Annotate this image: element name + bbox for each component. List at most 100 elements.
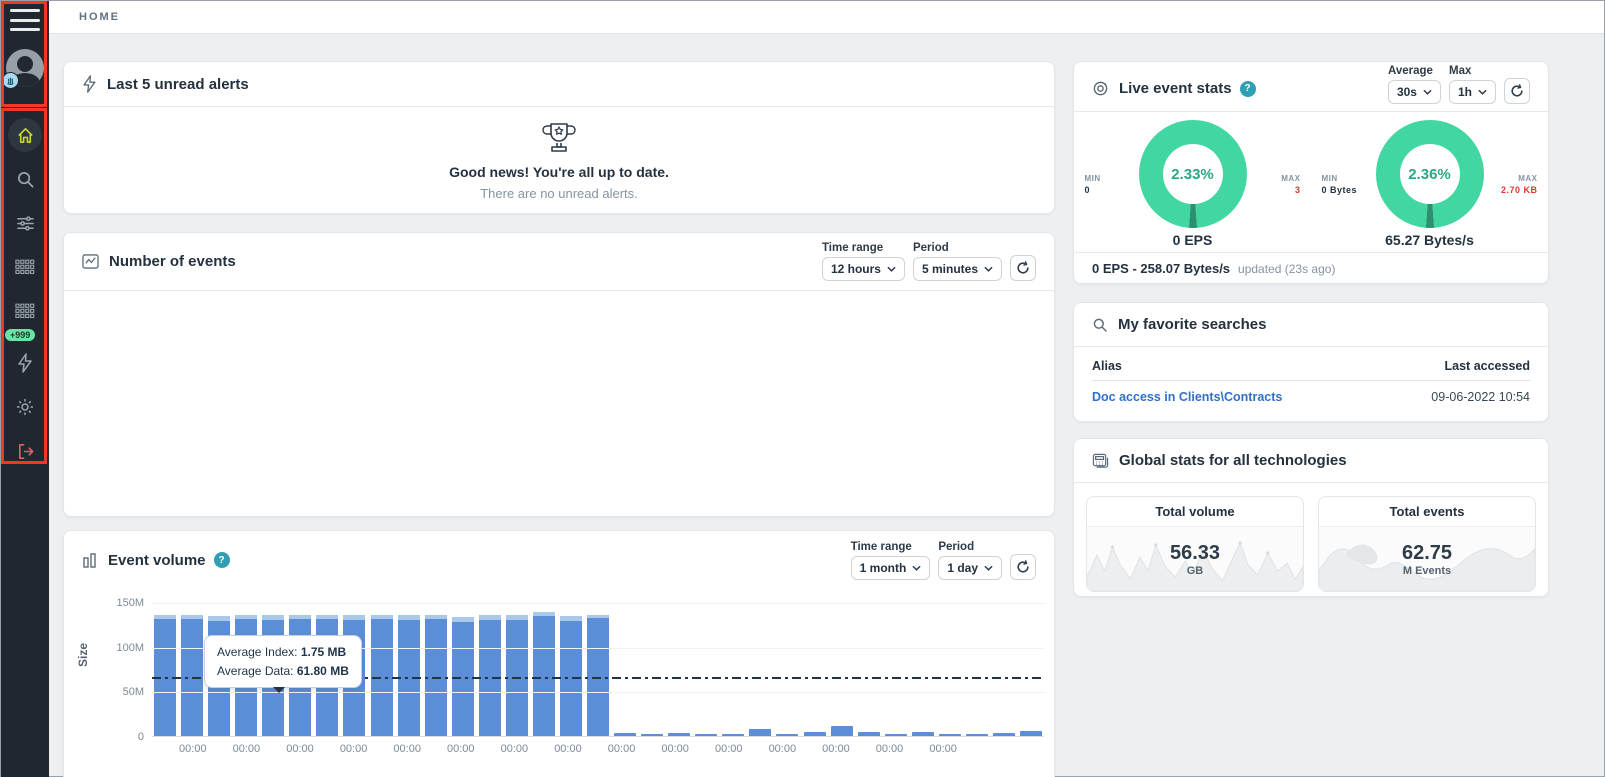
max-select[interactable]: 1h bbox=[1449, 80, 1496, 104]
menu-button[interactable] bbox=[10, 9, 40, 31]
average-label: Average bbox=[1388, 65, 1441, 77]
tile-title: Total events bbox=[1319, 497, 1535, 527]
volume-bar bbox=[614, 733, 636, 736]
sidebar-item-apps-secondary[interactable] bbox=[1, 289, 49, 333]
live-summary: 0 EPS - 258.07 Bytes/s bbox=[1092, 261, 1230, 276]
volume-bar bbox=[1020, 731, 1042, 736]
column-last-accessed: Last accessed bbox=[1445, 359, 1530, 373]
help-icon[interactable]: ? bbox=[214, 552, 230, 568]
refresh-icon bbox=[1510, 84, 1524, 98]
favorites-table-head: Alias Last accessed bbox=[1092, 351, 1530, 381]
number-of-events-card: Number of events Time range 12 hours Per… bbox=[63, 232, 1055, 517]
refresh-button[interactable] bbox=[1504, 78, 1530, 104]
eps-gauge: MIN 0 2.33% 0 EPS MAX 3 bbox=[1074, 112, 1311, 252]
chevron-down-icon bbox=[984, 266, 993, 272]
chevron-down-icon bbox=[1423, 89, 1432, 95]
event-volume-plot: Average Index: 1.75 MB Average Data: 61.… bbox=[152, 603, 1044, 737]
total-events-tile: Total events 62.75 M Events bbox=[1318, 496, 1536, 592]
user-avatar[interactable] bbox=[6, 49, 44, 87]
chevron-down-icon bbox=[1478, 89, 1487, 95]
gauge-caption: 65.27 Bytes/s bbox=[1385, 232, 1474, 248]
lightning-icon bbox=[17, 353, 33, 373]
min-value: 0 Bytes bbox=[1322, 185, 1366, 195]
donut-icon bbox=[1092, 80, 1109, 97]
gauges-row: MIN 0 2.33% 0 EPS MAX 3 MIN 0 Bytes bbox=[1074, 112, 1548, 252]
time-range-control: Time range 12 hours bbox=[822, 242, 905, 281]
search-icon bbox=[16, 170, 35, 189]
card-title: Global stats for all technologies bbox=[1119, 452, 1347, 469]
time-range-label: Time range bbox=[851, 541, 931, 553]
table-row: Doc access in Clients\Contracts 09-06-20… bbox=[1092, 381, 1530, 413]
time-range-select[interactable]: 12 hours bbox=[822, 257, 905, 281]
event-volume-header: Event volume ? Time range 1 month Period… bbox=[64, 531, 1054, 589]
chevron-down-icon bbox=[984, 565, 993, 571]
period-control: Period 5 minutes bbox=[913, 242, 1002, 281]
gear-icon bbox=[15, 397, 35, 417]
volume-bar bbox=[479, 615, 501, 736]
grid-icon bbox=[15, 303, 35, 319]
sidebar-nav: +999 bbox=[1, 113, 49, 473]
period-label: Period bbox=[913, 242, 1002, 254]
event-volume-card: Event volume ? Time range 1 month Period… bbox=[63, 530, 1055, 777]
average-control: Average 30s bbox=[1388, 65, 1441, 104]
number-of-events-header: Number of events Time range 12 hours Per… bbox=[64, 233, 1054, 291]
average-select[interactable]: 30s bbox=[1388, 80, 1441, 104]
sidebar-item-home[interactable] bbox=[1, 113, 49, 157]
sidebar-item-filters[interactable] bbox=[1, 201, 49, 245]
volume-bar bbox=[776, 734, 798, 736]
max-label: Max bbox=[1449, 65, 1496, 77]
chevron-down-icon bbox=[887, 266, 896, 272]
period-control: Period 1 day bbox=[938, 541, 1002, 580]
refresh-button[interactable] bbox=[1010, 255, 1036, 281]
sidebar-item-search[interactable] bbox=[1, 157, 49, 201]
live-updated: updated (23s ago) bbox=[1238, 262, 1335, 276]
donut-chart: 2.36% bbox=[1376, 120, 1484, 228]
gauge-caption: 0 EPS bbox=[1173, 232, 1213, 248]
tile-unit: M Events bbox=[1403, 565, 1451, 577]
favorite-searches-header: My favorite searches bbox=[1074, 303, 1548, 347]
period-label: Period bbox=[938, 541, 1002, 553]
max-value: 2.70 KB bbox=[1494, 185, 1538, 195]
tile-unit: GB bbox=[1187, 565, 1204, 577]
lightning-icon bbox=[82, 75, 97, 93]
grid-icon bbox=[15, 259, 35, 275]
refresh-button[interactable] bbox=[1010, 554, 1036, 580]
sliders-icon bbox=[16, 214, 35, 233]
card-title: Event volume bbox=[108, 552, 206, 569]
sidebar-item-apps[interactable] bbox=[1, 245, 49, 289]
min-label: MIN bbox=[1322, 174, 1338, 183]
volume-bar bbox=[668, 733, 690, 736]
y-axis-ticks: 150M100M50M0 bbox=[114, 603, 152, 737]
trophy-icon bbox=[539, 120, 579, 158]
favorite-searches-card: My favorite searches Alias Last accessed… bbox=[1073, 302, 1549, 422]
main-content: Last 5 unread alerts Good news! You're a… bbox=[49, 34, 1604, 776]
alerts-subtext: There are no unread alerts. bbox=[480, 186, 638, 201]
help-icon[interactable]: ? bbox=[1240, 81, 1256, 97]
donut-percent: 2.33% bbox=[1171, 166, 1214, 183]
sidebar-item-logout[interactable] bbox=[1, 429, 49, 473]
min-label: MIN bbox=[1085, 174, 1101, 183]
breadcrumb[interactable]: HOME bbox=[79, 11, 120, 23]
bar-chart-icon bbox=[82, 552, 98, 568]
global-stats-header: Global stats for all technologies bbox=[1074, 439, 1548, 483]
donut-percent: 2.36% bbox=[1408, 166, 1451, 183]
max-control: Max 1h bbox=[1449, 65, 1496, 104]
min-value: 0 bbox=[1085, 185, 1129, 195]
last-accessed-value: 09-06-2022 10:54 bbox=[1431, 390, 1530, 404]
alerts-headline: Good news! You're all up to date. bbox=[449, 164, 669, 180]
card-title: Number of events bbox=[109, 253, 236, 270]
sidebar-item-alerts[interactable]: +999 bbox=[1, 341, 49, 385]
unread-alerts-card: Last 5 unread alerts Good news! You're a… bbox=[63, 61, 1055, 214]
favorite-search-link[interactable]: Doc access in Clients\Contracts bbox=[1092, 390, 1282, 404]
period-select[interactable]: 1 day bbox=[938, 556, 1002, 580]
volume-bar bbox=[722, 734, 744, 736]
number-of-events-body bbox=[64, 291, 1054, 517]
sidebar-item-settings[interactable] bbox=[1, 385, 49, 429]
unread-alerts-body: Good news! You're all up to date. There … bbox=[64, 107, 1054, 214]
period-select[interactable]: 5 minutes bbox=[913, 257, 1002, 281]
card-title: My favorite searches bbox=[1118, 316, 1266, 333]
time-range-select[interactable]: 1 month bbox=[851, 556, 931, 580]
chart-image-icon bbox=[82, 254, 99, 269]
volume-bar bbox=[641, 734, 663, 736]
tile-value: 56.33 bbox=[1170, 542, 1220, 565]
